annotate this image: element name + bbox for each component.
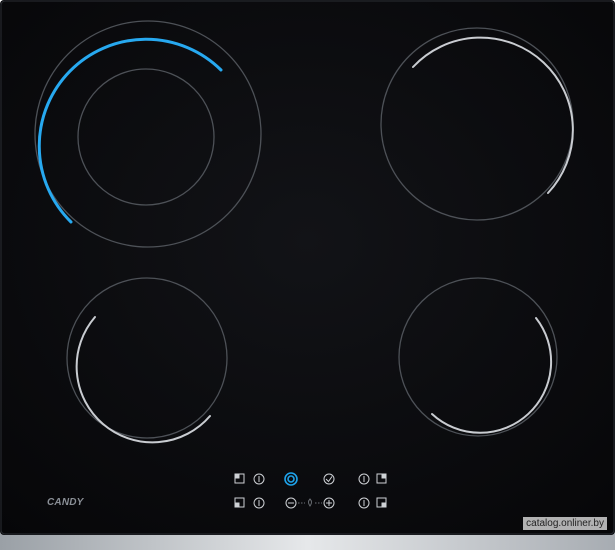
brand-logo: CANDY [47,497,84,508]
ceramic-hob [0,0,615,550]
watermark-text: catalog.onliner.by [523,517,607,530]
glass-surface [0,0,615,535]
